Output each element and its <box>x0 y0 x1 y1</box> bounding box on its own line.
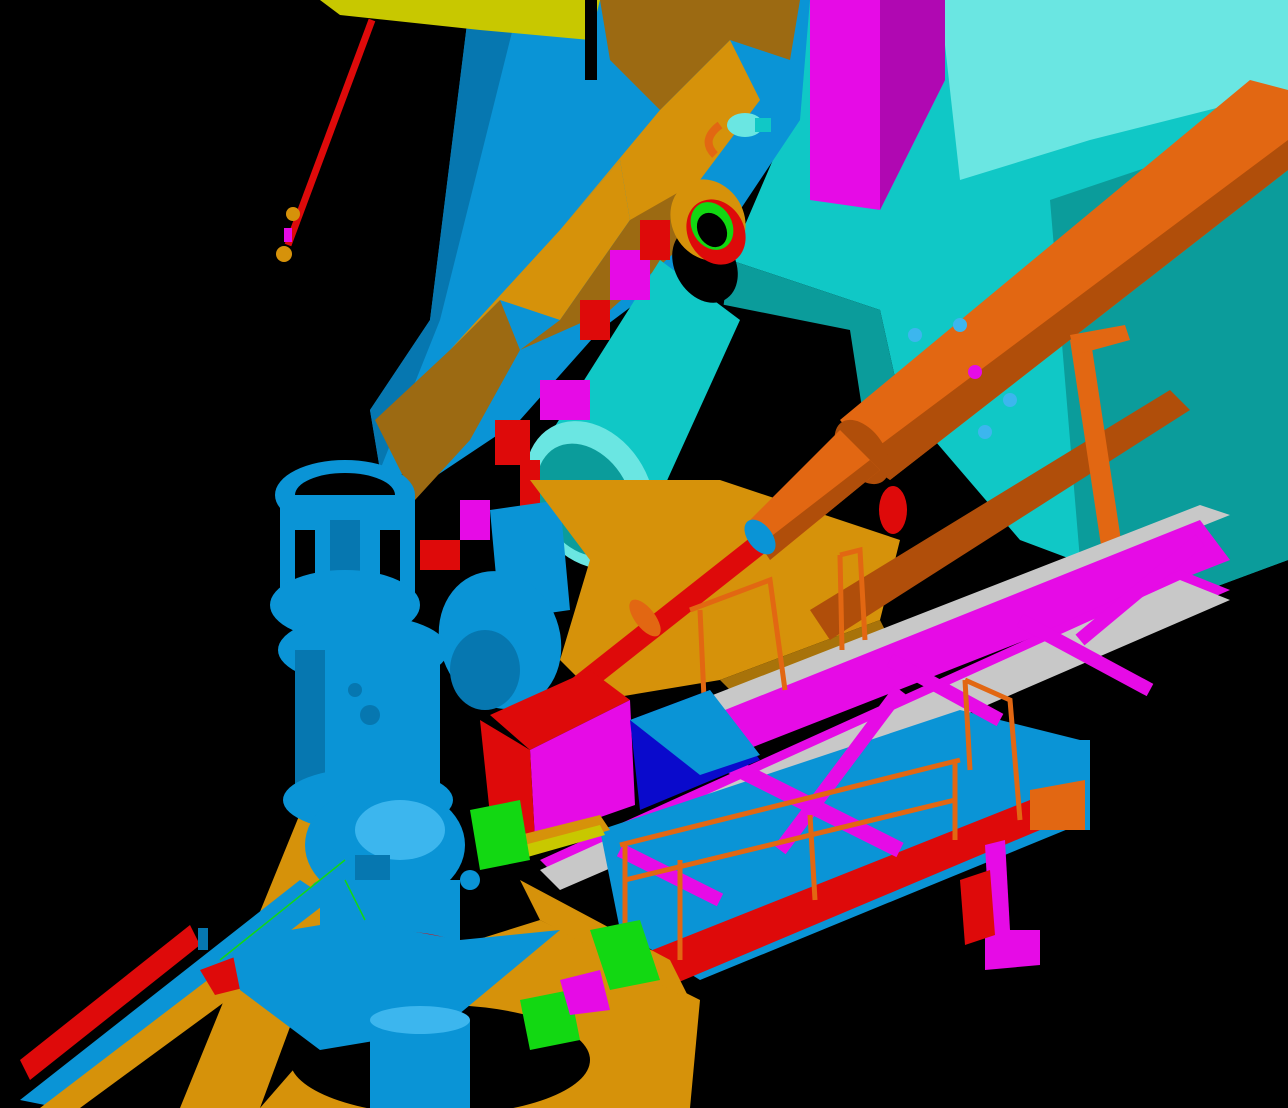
bracket-4 <box>540 380 590 420</box>
column-nozzle-1 <box>318 848 342 872</box>
column-port-2 <box>348 683 362 697</box>
bracket-7 <box>640 220 670 260</box>
support-leg-foot <box>985 930 1040 970</box>
red-rod-flange-1 <box>286 207 300 221</box>
green-bracket-1 <box>470 800 530 870</box>
bracket-1 <box>420 540 460 570</box>
column-nozzle-2 <box>311 881 329 899</box>
railing-side-post <box>837 554 845 651</box>
valve-1 <box>908 328 922 342</box>
cad-assembly-viewport <box>0 0 1288 1108</box>
red-rod-flange-2 <box>276 246 292 262</box>
blue-elbow-bend-shade <box>450 630 520 710</box>
support-leg-brace <box>960 870 995 945</box>
column-base-pipe-top <box>370 1006 470 1034</box>
bracket-3 <box>495 420 530 465</box>
valve-2 <box>953 318 967 332</box>
bracket-5 <box>580 300 610 340</box>
valve-5 <box>978 425 992 439</box>
column-nozzle-3 <box>460 870 480 890</box>
left-rail-sensor <box>198 928 208 950</box>
valve-3 <box>968 365 982 379</box>
red-disk-component <box>879 486 907 534</box>
bracket-2 <box>460 500 490 540</box>
column-port-1 <box>360 705 380 725</box>
column-sphere-highlight <box>355 800 445 860</box>
valve-4 <box>1003 393 1017 407</box>
olive-frame-leg <box>585 0 597 80</box>
connector-stub <box>755 118 771 132</box>
red-rod-magenta-joint <box>284 228 292 242</box>
